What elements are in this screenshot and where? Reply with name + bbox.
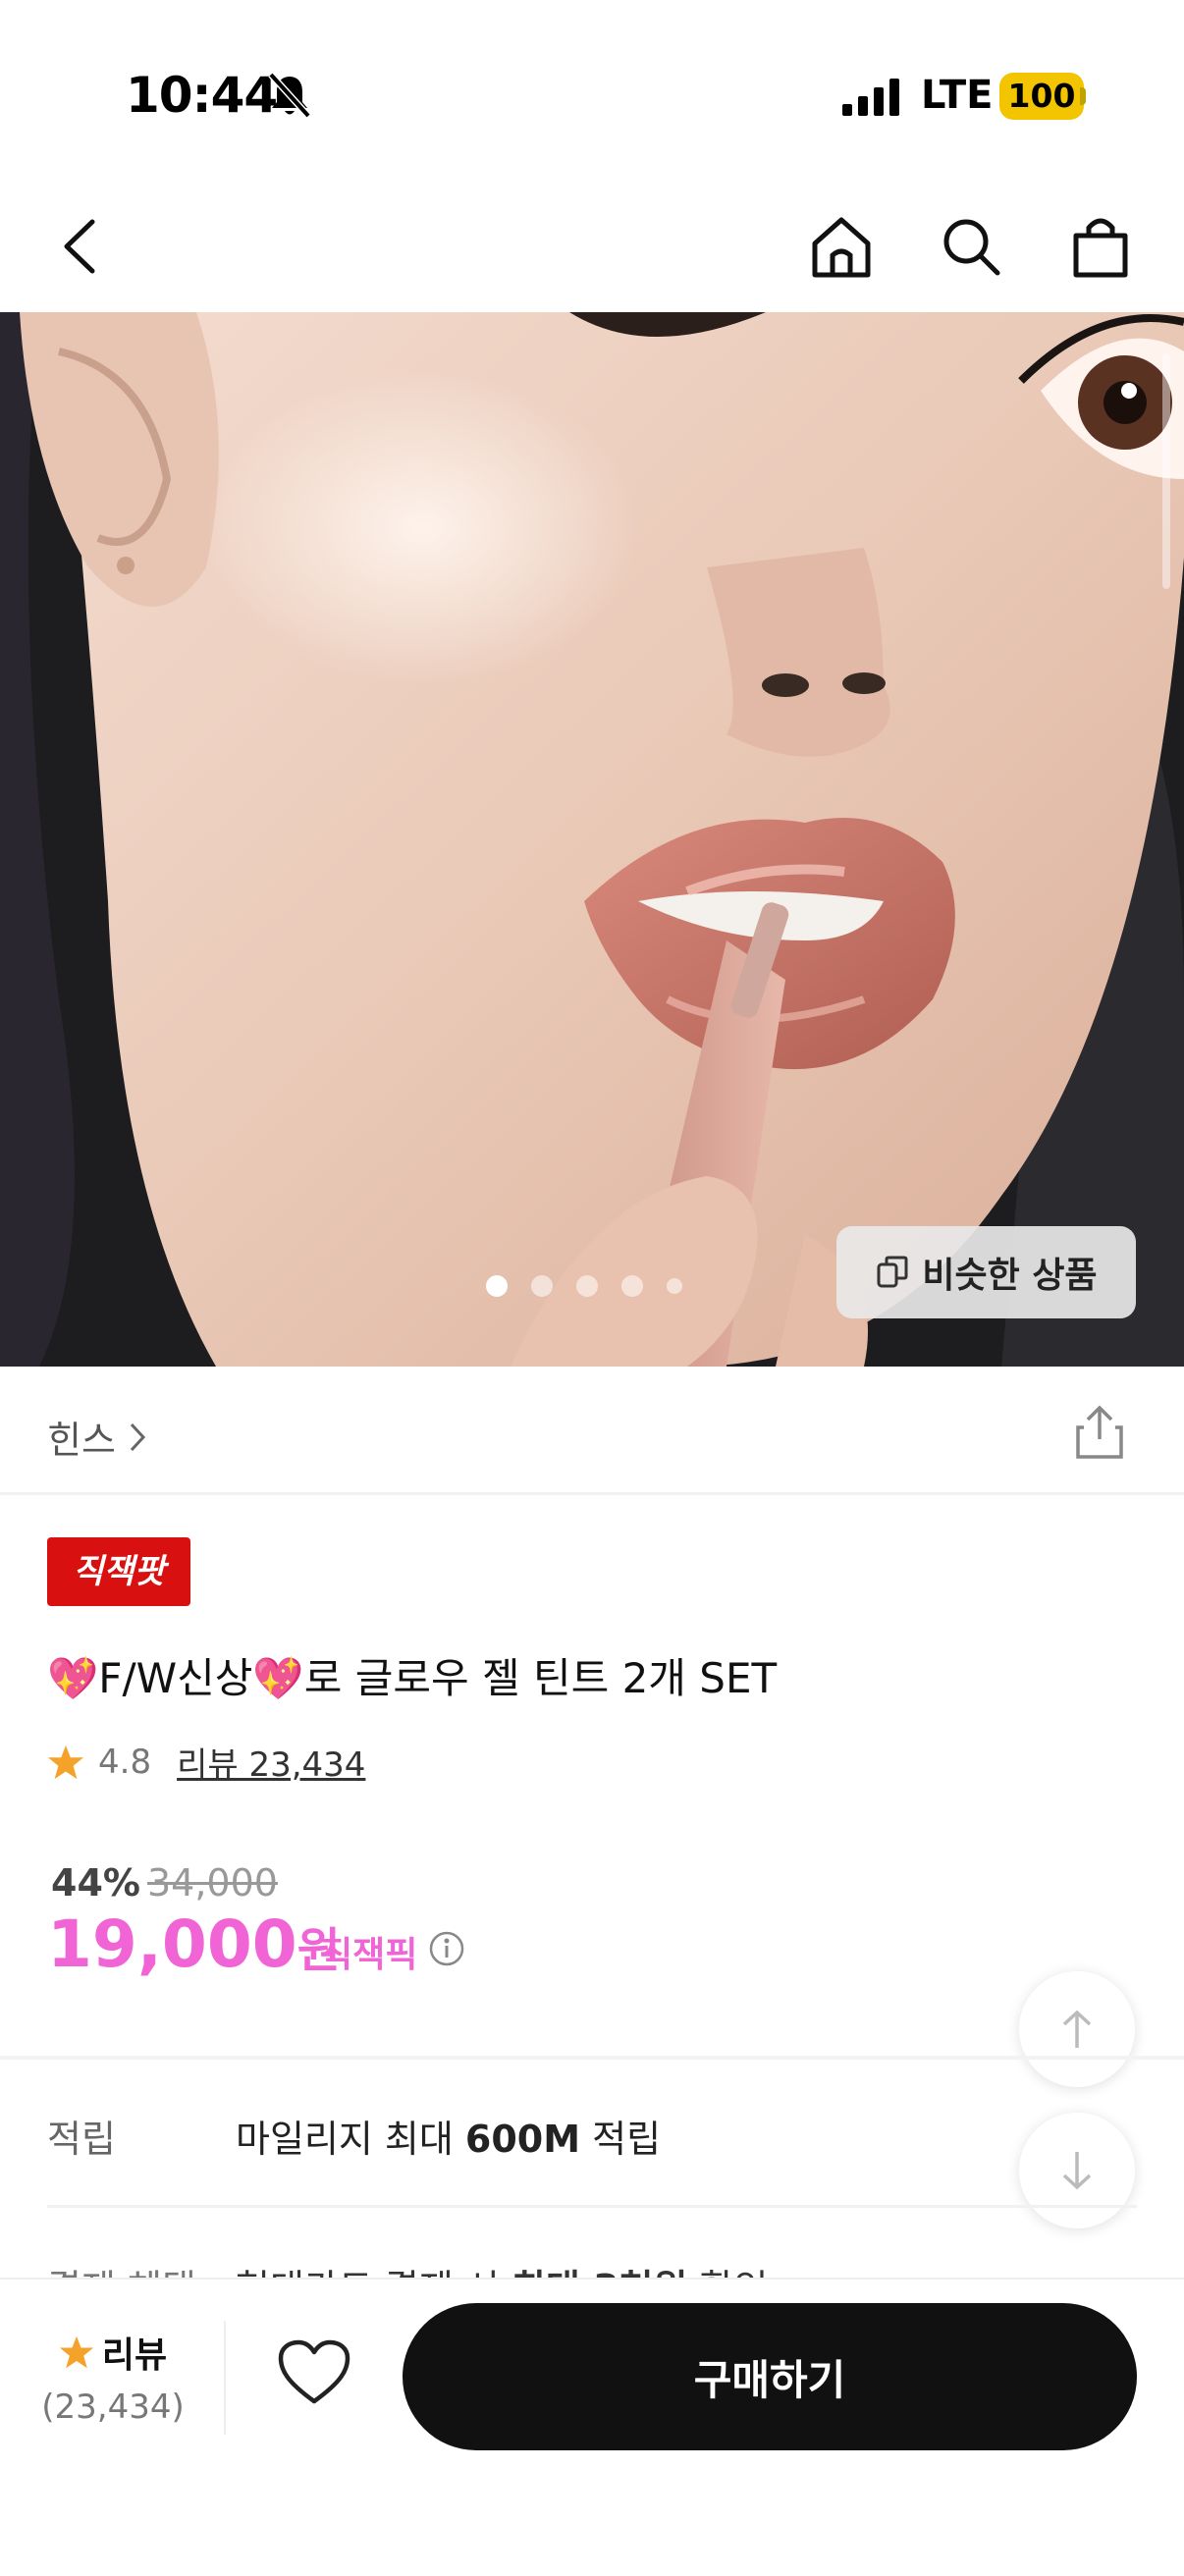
product-image-carousel[interactable] — [0, 312, 1184, 1367]
brand-link[interactable]: 힌스 — [47, 1410, 147, 1464]
star-icon — [47, 1744, 84, 1779]
review-label-row: 리뷰 — [29, 2327, 196, 2378]
status-time: 10:44 — [126, 67, 278, 124]
copy-icon — [877, 1256, 908, 1288]
carousel-dot[interactable] — [621, 1275, 643, 1297]
mileage-value: 마일리지 최대 600M 적립 — [236, 2109, 661, 2163]
mileage-label: 적립 — [47, 2118, 116, 2161]
mileage-amount: 600M — [464, 2118, 581, 2161]
section-divider — [0, 2056, 1184, 2060]
carousel-dot[interactable] — [576, 1275, 598, 1297]
promo-badge: 직잭팟 — [47, 1537, 190, 1606]
bell-muted-icon — [267, 71, 312, 120]
review-label: 리뷰 — [101, 2335, 168, 2376]
review-summary[interactable]: 리뷰 (23,434) — [29, 2327, 196, 2427]
carousel-dot[interactable] — [531, 1275, 553, 1297]
rating-row[interactable]: 4.8 리뷰 23,434 — [47, 1738, 365, 1786]
payment-value: 현대카드 결제 시 최대 3천원 할인 > — [236, 2258, 811, 2278]
search-icon[interactable] — [937, 212, 1005, 281]
mileage-suffix: 적립 — [580, 2118, 662, 2161]
heart-icon[interactable] — [277, 2338, 351, 2407]
arrow-down-icon — [1062, 2152, 1092, 2190]
shopping-bag-icon[interactable] — [1066, 212, 1135, 281]
carousel-dot[interactable] — [486, 1275, 508, 1297]
back-icon[interactable] — [47, 212, 116, 281]
review-link[interactable]: 리뷰 23,434 — [177, 1738, 365, 1786]
vertical-separator — [224, 2321, 226, 2435]
discount-rate: 44% — [51, 1861, 140, 1905]
original-price: 34,000 — [147, 1861, 278, 1905]
payment-label: 결제 혜택 — [47, 2258, 196, 2278]
rating-score: 4.8 — [98, 1742, 152, 1782]
brand-name: 힌스 — [47, 1419, 116, 1462]
battery-tip — [1080, 87, 1086, 105]
row-divider — [47, 2205, 1137, 2208]
carousel-pagination — [486, 1274, 682, 1298]
buy-button[interactable]: 구매하기 — [403, 2303, 1137, 2450]
similar-products-label: 비슷한 상품 — [922, 1256, 1098, 1296]
star-icon — [59, 2335, 93, 2369]
payment-suffix: 할인 > — [687, 2267, 812, 2278]
info-icon[interactable] — [428, 1930, 465, 1967]
battery-indicator: 100 — [999, 73, 1084, 120]
scroll-bottom-button[interactable] — [1019, 2113, 1135, 2228]
payment-benefit-row[interactable]: 결제 혜택 현대카드 결제 시 최대 3천원 할인 > — [47, 2258, 1137, 2278]
similar-products-button[interactable]: 비슷한 상품 — [836, 1226, 1136, 1318]
price-value: 19,000 — [47, 1906, 297, 1982]
payment-prefix: 현대카드 결제 시 — [236, 2267, 511, 2278]
arrow-up-icon — [1062, 2010, 1092, 2048]
sale-price: 19,000원 — [47, 1906, 341, 1982]
scroll-top-button[interactable] — [1019, 1971, 1135, 2087]
pick-label: 직잭픽 — [320, 1935, 418, 1975]
product-title: 💖F/W신상💖로 글로우 젤 틴트 2개 SET — [47, 1654, 778, 1702]
product-photo — [0, 312, 1184, 1367]
payment-amount: 최대 3천원 — [511, 2267, 688, 2278]
carousel-dot[interactable] — [667, 1278, 682, 1294]
mileage-prefix: 마일리지 최대 — [236, 2118, 465, 2161]
chevron-right-icon — [130, 1422, 145, 1451]
share-icon[interactable] — [1070, 1402, 1129, 1461]
home-icon[interactable] — [807, 212, 876, 281]
image-scroll-indicator — [1162, 353, 1170, 589]
cellular-signal-icon — [842, 79, 901, 116]
review-count: (23,434) — [41, 2388, 185, 2427]
network-type: LTE — [921, 73, 994, 118]
section-divider — [0, 1492, 1184, 1495]
